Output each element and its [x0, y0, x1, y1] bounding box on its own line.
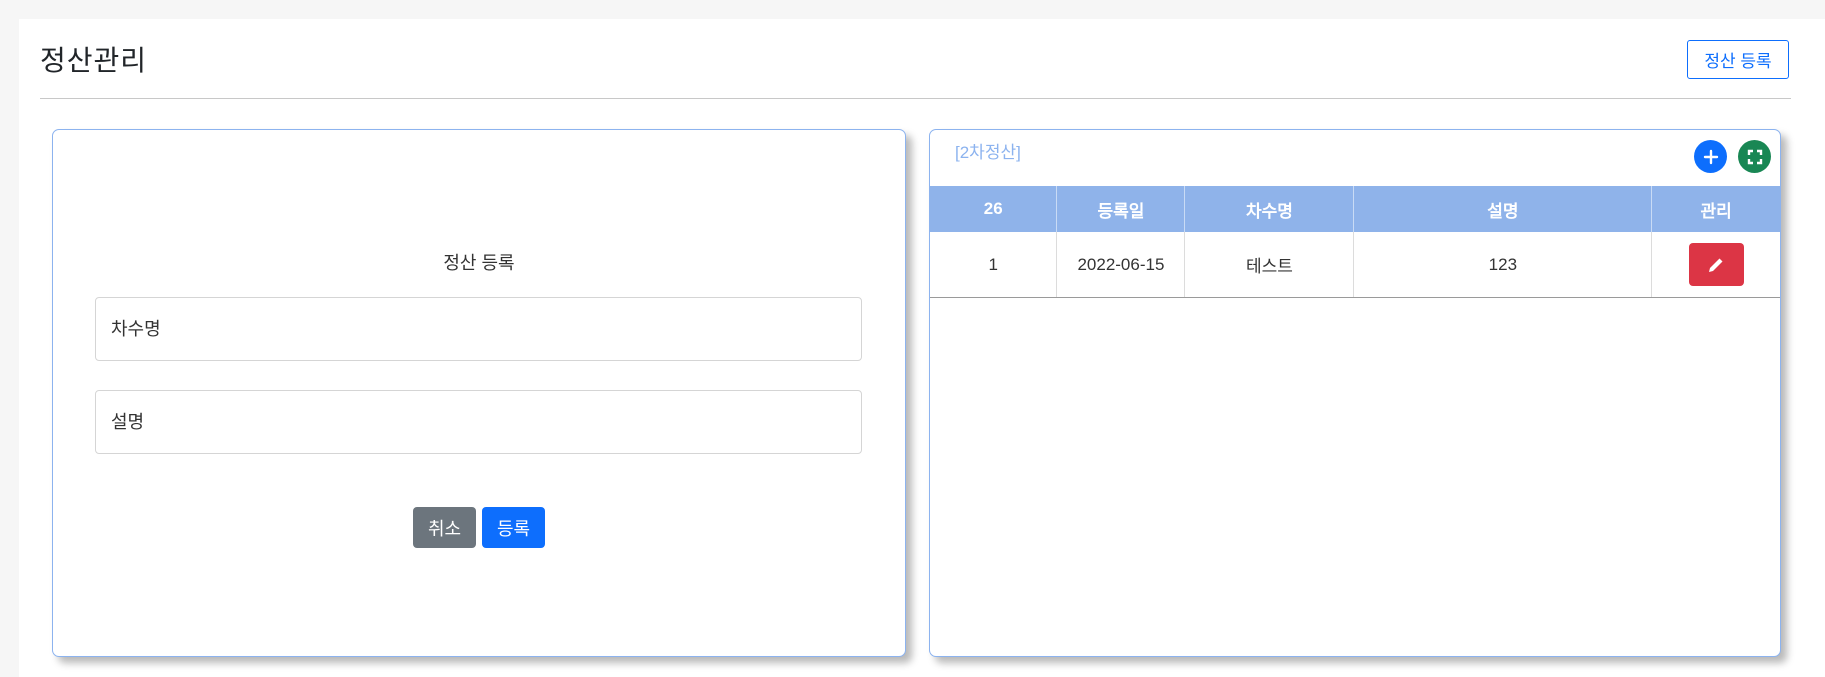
row-round-name: 테스트 — [1184, 232, 1355, 298]
description-input[interactable] — [95, 390, 862, 454]
column-header-count: 26 — [930, 186, 1058, 232]
add-button[interactable] — [1694, 140, 1727, 173]
form-buttons: 취소 등록 — [53, 507, 905, 548]
fullscreen-icon — [1747, 149, 1762, 164]
settlement-form-card: 정산 등록 취소 등록 — [52, 129, 906, 657]
table-row: 1 2022-06-15 테스트 123 — [930, 232, 1780, 298]
column-header-date: 등록일 — [1056, 186, 1186, 232]
round-name-input[interactable] — [95, 297, 862, 361]
row-date: 2022-06-15 — [1056, 232, 1186, 298]
table-caption: [2차정산] — [955, 143, 1021, 162]
page-title: 정산관리 — [40, 45, 148, 76]
cancel-button[interactable]: 취소 — [413, 507, 476, 548]
page-container: 정산관리 정산 등록 정산 등록 취소 등록 [2차정산] — [19, 19, 1825, 677]
submit-button[interactable]: 등록 — [482, 507, 545, 548]
row-number: 1 — [930, 232, 1058, 298]
column-header-manage: 관리 — [1651, 186, 1780, 232]
pencil-icon — [1709, 258, 1723, 272]
header-divider — [40, 98, 1791, 99]
column-header-description: 설명 — [1353, 186, 1653, 232]
plus-icon — [1703, 149, 1718, 164]
fullscreen-button[interactable] — [1738, 140, 1771, 173]
register-settlement-button[interactable]: 정산 등록 — [1687, 40, 1789, 79]
row-description: 123 — [1353, 232, 1653, 298]
form-title: 정산 등록 — [443, 253, 515, 273]
table-header-row: 26 등록일 차수명 설명 관리 — [930, 186, 1780, 232]
row-manage-cell — [1651, 232, 1780, 298]
settlement-table: 26 등록일 차수명 설명 관리 1 2022-06-15 테스트 123 — [930, 186, 1780, 298]
settlement-list-card: [2차정산] 26 등록일 차수명 설명 관리 1 2022-06-15 테스트… — [929, 129, 1781, 657]
column-header-round-name: 차수명 — [1184, 186, 1355, 232]
edit-button[interactable] — [1688, 243, 1744, 286]
